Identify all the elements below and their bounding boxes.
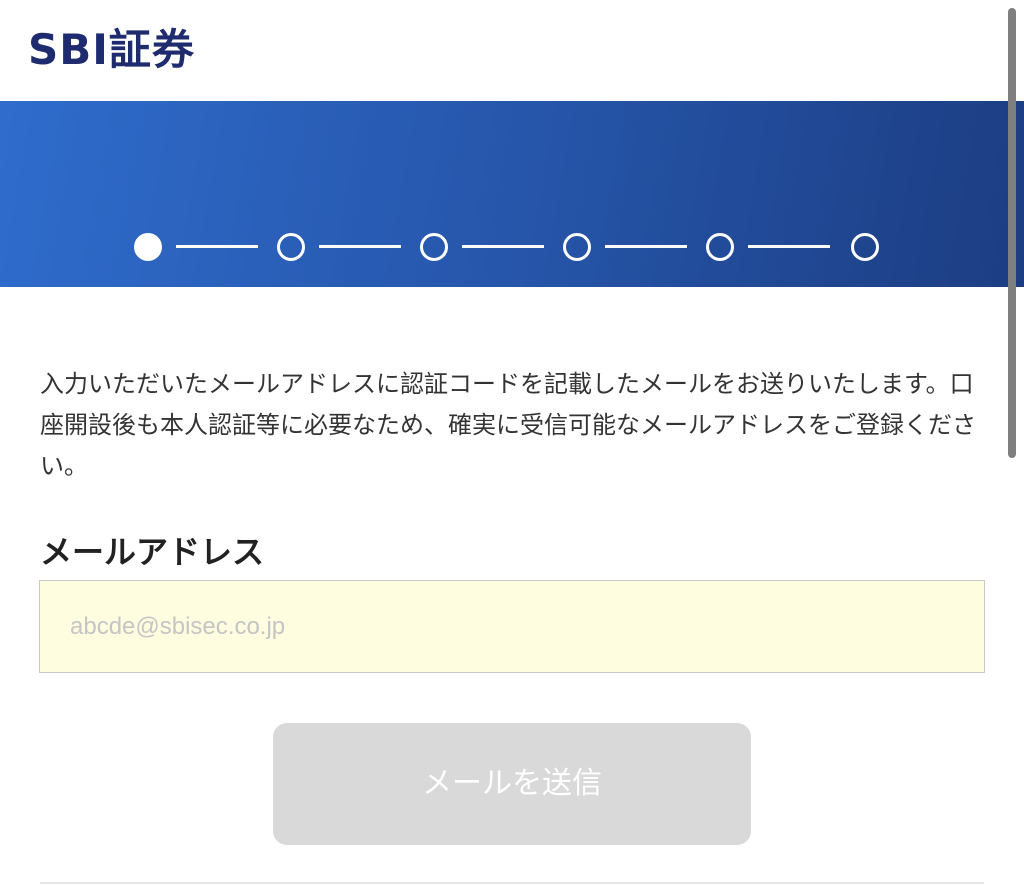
- step-connector: [176, 245, 258, 248]
- step-6-indicator: [851, 233, 879, 261]
- title-banner: メールアドレスの登録: [0, 101, 1024, 349]
- email-field[interactable]: [39, 580, 985, 673]
- email-field-label: メールアドレス: [40, 533, 265, 571]
- scrollbar-thumb[interactable]: [1008, 8, 1016, 458]
- registration-page: SBI証券 メールアドレスの登録 入力いただいたメールアドレスに認証コードを記載…: [0, 0, 1024, 887]
- step-2-indicator: [277, 233, 305, 261]
- step-connector: [462, 245, 544, 248]
- divider: [40, 882, 984, 884]
- header: SBI証券: [0, 0, 1024, 101]
- progress-stepper: [134, 233, 880, 261]
- step-connector: [319, 245, 401, 248]
- step-connector: [748, 245, 830, 248]
- step-1-indicator: [134, 233, 162, 261]
- send-email-button[interactable]: メールを送信: [273, 723, 751, 845]
- step-connector: [605, 245, 687, 248]
- sbi-logo[interactable]: SBI証券: [28, 24, 195, 76]
- page-title: メールアドレスの登録: [331, 308, 692, 349]
- instruction-text: 入力いただいたメールアドレスに認証コードを記載したメールをお送りいたします。口座…: [40, 370, 976, 480]
- step-3-indicator: [420, 233, 448, 261]
- step-5-indicator: [706, 233, 734, 261]
- step-4-indicator: [563, 233, 591, 261]
